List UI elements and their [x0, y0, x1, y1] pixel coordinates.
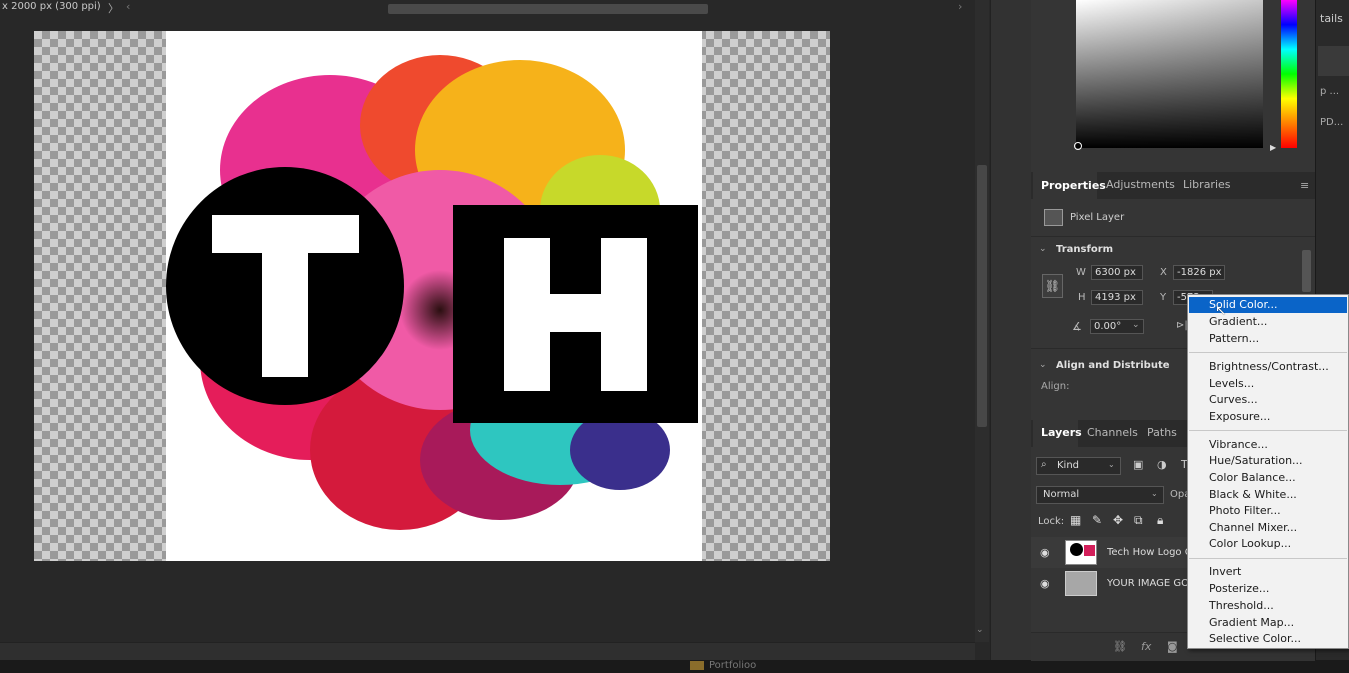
eye-icon[interactable]: ◉ [1040, 546, 1050, 559]
layer-thumbnail-detail [1084, 545, 1095, 556]
align-label: Align: [1041, 381, 1070, 392]
chevron-down-icon[interactable]: ⌄ [1039, 360, 1047, 370]
menu-item-black-white[interactable]: Black & White... [1189, 487, 1347, 503]
tab-channels[interactable]: Channels [1087, 426, 1138, 439]
logo-letter-t [212, 215, 359, 253]
tab-properties-label[interactable]: Properties [1041, 179, 1106, 192]
image-filter-icon[interactable]: ▣ [1133, 458, 1143, 471]
status-bar [0, 642, 975, 661]
panel-dock-strip [990, 0, 1032, 660]
lock-label: Lock: [1038, 516, 1065, 527]
panel-row-text[interactable]: p ... [1320, 86, 1339, 97]
layer-type-label: Pixel Layer [1070, 212, 1125, 223]
panel-menu-icon[interactable]: ≡ [1300, 179, 1309, 192]
tab-layers-label[interactable]: Layers [1041, 426, 1082, 439]
chevron-down-icon[interactable]: ⌄ [1039, 244, 1047, 254]
chevron-down-icon[interactable]: ⌄ [1108, 460, 1115, 469]
layer-thumbnail-detail [1070, 543, 1083, 556]
x-field[interactable]: -1826 px [1173, 265, 1225, 280]
angle-icon: ∡ [1072, 320, 1082, 333]
menu-item-pattern[interactable]: Pattern... [1189, 331, 1347, 347]
menu-divider [1189, 430, 1347, 431]
taskbar-folder-label[interactable]: Portfolioo [709, 660, 756, 671]
menu-item-exposure[interactable]: Exposure... [1189, 409, 1347, 425]
color-picker-field[interactable] [1076, 0, 1263, 148]
vertical-scrollbar-thumb[interactable] [977, 165, 987, 427]
layer-name[interactable]: YOUR IMAGE GOES [1107, 578, 1189, 589]
document-size-status: x 2000 px (300 ppi) [2, 1, 101, 12]
menu-item-selective-color[interactable]: Selective Color... [1189, 631, 1347, 647]
y-label: Y [1160, 292, 1167, 303]
lock-artboard-icon[interactable]: ⧉ [1134, 513, 1143, 528]
layer-name[interactable]: Tech How Logo Co [1107, 547, 1189, 558]
panel-row-text[interactable]: PD... [1320, 117, 1343, 128]
logo-letter-h-bar [550, 294, 601, 332]
properties-scrollbar-thumb[interactable] [1302, 250, 1311, 292]
menu-item-solid-color[interactable]: Solid Color... [1189, 297, 1347, 313]
align-section-title[interactable]: Align and Distribute [1056, 360, 1170, 371]
logo-letter-h-right [601, 238, 647, 391]
divider [1031, 236, 1315, 237]
lock-move-icon[interactable]: ✥ [1113, 513, 1123, 527]
menu-item-invert[interactable]: Invert [1189, 564, 1347, 580]
scroll-left-icon[interactable]: ‹ [126, 0, 130, 13]
lock-brush-icon[interactable]: ✎ [1092, 513, 1102, 527]
menu-divider [1189, 352, 1347, 353]
chevron-right-icon[interactable]: 〉 [108, 0, 119, 16]
tab-paths[interactable]: Paths [1147, 426, 1177, 439]
tab-details[interactable]: tails [1320, 12, 1343, 25]
hue-slider-arrow-icon[interactable]: ▶ [1270, 143, 1276, 152]
taskbar [0, 660, 1349, 673]
panel-row[interactable] [1318, 46, 1349, 76]
menu-item-curves[interactable]: Curves... [1189, 392, 1347, 408]
menu-item-channel-mixer[interactable]: Channel Mixer... [1189, 520, 1347, 536]
color-picker-cursor[interactable] [1074, 142, 1082, 150]
horizontal-scrollbar-thumb[interactable] [388, 4, 708, 14]
scroll-down-icon[interactable]: ⌄ [976, 625, 984, 635]
height-field[interactable]: 4193 px [1091, 290, 1143, 305]
mouse-cursor-icon: ↖ [1215, 303, 1227, 319]
menu-item-vibrance[interactable]: Vibrance... [1189, 437, 1347, 453]
add-mask-icon[interactable]: ◙ [1167, 640, 1178, 653]
flip-horizontal-icon[interactable]: ⊳| [1176, 320, 1188, 331]
tab-libraries[interactable]: Libraries [1183, 178, 1231, 191]
adjustment-filter-icon[interactable]: ◑ [1157, 458, 1167, 471]
width-label: W [1076, 267, 1086, 278]
layer-thumbnail[interactable] [1065, 571, 1097, 596]
menu-item-photo-filter[interactable]: Photo Filter... [1189, 503, 1347, 519]
layer-filter-value[interactable]: Kind [1057, 460, 1079, 471]
menu-item-gradient-map[interactable]: Gradient Map... [1189, 615, 1347, 631]
x-label: X [1160, 267, 1167, 278]
pixel-layer-icon [1044, 209, 1063, 226]
eye-icon[interactable]: ◉ [1040, 577, 1050, 590]
menu-divider [1189, 558, 1347, 559]
chevron-down-icon[interactable]: ⌄ [1151, 489, 1158, 498]
fx-icon[interactable]: fx [1141, 640, 1151, 653]
lock-all-icon[interactable]: 🔒︎ [1157, 513, 1163, 528]
width-field[interactable]: 6300 px [1091, 265, 1143, 280]
menu-item-color-lookup[interactable]: Color Lookup... [1189, 536, 1347, 552]
menu-item-threshold[interactable]: Threshold... [1189, 598, 1347, 614]
menu-item-hue-saturation[interactable]: Hue/Saturation... [1189, 453, 1347, 469]
link-layers-icon[interactable]: ⛓ [1113, 640, 1127, 653]
chevron-down-icon[interactable]: ⌄ [1132, 320, 1140, 330]
folder-icon[interactable] [690, 661, 704, 670]
menu-item-brightness-contrast[interactable]: Brightness/Contrast... [1189, 359, 1347, 375]
tab-adjustments[interactable]: Adjustments [1106, 178, 1175, 191]
scroll-right-icon[interactable]: › [958, 0, 962, 13]
menu-item-posterize[interactable]: Posterize... [1189, 581, 1347, 597]
height-label: H [1078, 292, 1086, 303]
menu-item-gradient[interactable]: Gradient... [1189, 314, 1347, 330]
menu-item-color-balance[interactable]: Color Balance... [1189, 470, 1347, 486]
logo-letter-t-stem [262, 253, 308, 377]
link-icon[interactable]: ⛓ [1042, 274, 1063, 298]
search-icon: ⌕ [1041, 459, 1047, 470]
logo-letter-h [504, 238, 550, 391]
blend-mode-value[interactable]: Normal [1043, 489, 1079, 500]
transform-section-title[interactable]: Transform [1056, 244, 1113, 255]
hue-slider[interactable] [1281, 0, 1297, 148]
lock-transparent-icon[interactable]: ▦ [1070, 513, 1081, 527]
menu-item-levels[interactable]: Levels... [1189, 376, 1347, 392]
